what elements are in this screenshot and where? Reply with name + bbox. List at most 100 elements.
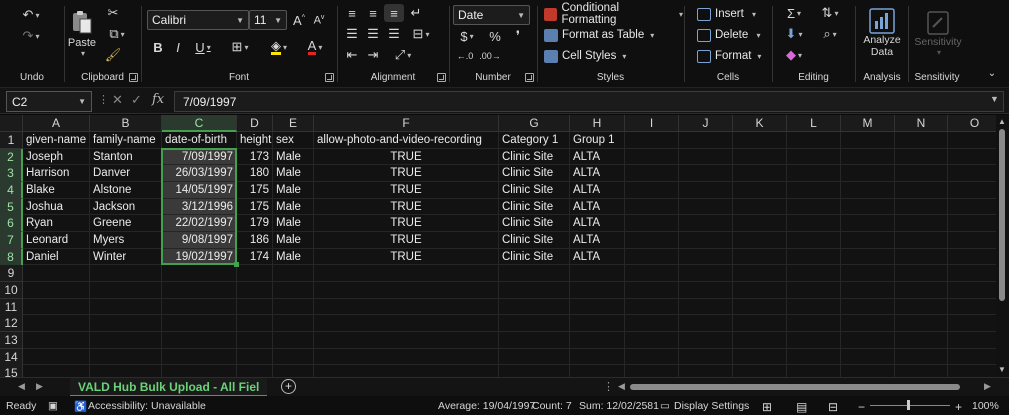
empty-cell[interactable] — [237, 348, 273, 366]
fill-handle[interactable] — [234, 262, 239, 268]
table-cell[interactable]: Male — [273, 165, 314, 182]
empty-cell[interactable] — [625, 332, 679, 349]
empty-cell[interactable] — [314, 265, 499, 283]
table-cell[interactable]: Male — [273, 232, 314, 249]
empty-cell[interactable] — [314, 332, 499, 349]
scroll-up-icon[interactable]: ▲ — [998, 117, 1006, 126]
macro-record-icon[interactable]: ▣ — [48, 400, 58, 412]
zoom-slider-thumb[interactable] — [907, 400, 910, 410]
empty-cell[interactable] — [841, 365, 895, 377]
table-cell[interactable]: TRUE — [314, 165, 499, 182]
accessibility-status[interactable]: Accessibility: Unavailable — [88, 400, 206, 412]
sum-status[interactable]: Sum: 12/02/2581 — [579, 400, 659, 412]
empty-cell[interactable] — [679, 332, 733, 349]
empty-cell[interactable] — [625, 265, 679, 283]
middle-align-button[interactable]: ≡ — [363, 4, 383, 22]
clipboard-launcher-icon[interactable] — [129, 73, 138, 82]
empty-cell[interactable] — [625, 365, 679, 377]
insert-button[interactable]: Insert ▾ — [697, 5, 756, 23]
table-cell[interactable]: Myers — [90, 232, 162, 249]
empty-cell[interactable] — [679, 182, 733, 199]
empty-cell[interactable] — [162, 315, 237, 333]
table-cell[interactable]: TRUE — [314, 248, 499, 266]
empty-cell[interactable] — [499, 298, 570, 316]
empty-cell[interactable] — [570, 265, 625, 283]
undo-button[interactable]: ↶ ▾ — [16, 5, 46, 25]
header-cell[interactable]: family-name — [90, 132, 162, 149]
empty-cell[interactable] — [570, 365, 625, 377]
empty-cell[interactable] — [841, 182, 895, 199]
table-cell[interactable]: Joshua — [23, 198, 90, 216]
empty-cell[interactable] — [679, 282, 733, 299]
column-header-j[interactable]: J — [679, 115, 733, 132]
bold-button[interactable]: B — [149, 37, 167, 57]
table-cell[interactable]: 14/05/1997 — [162, 182, 237, 199]
scroll-down-icon[interactable]: ▼ — [998, 365, 1006, 374]
zoom-level[interactable]: 100% — [972, 400, 999, 412]
row-header-14[interactable]: 14 — [0, 348, 23, 366]
font-launcher-icon[interactable] — [325, 73, 334, 82]
empty-cell[interactable] — [570, 298, 625, 316]
decrease-font-button[interactable]: Av — [310, 10, 328, 30]
empty-cell[interactable] — [895, 165, 948, 182]
row-header-8[interactable]: 8 — [0, 248, 23, 266]
empty-cell[interactable] — [679, 165, 733, 182]
empty-cell[interactable] — [895, 148, 948, 166]
empty-cell[interactable] — [90, 315, 162, 333]
table-cell[interactable]: TRUE — [314, 232, 499, 249]
column-header-a[interactable]: A — [23, 115, 90, 132]
empty-cell[interactable] — [948, 149, 996, 166]
empty-cell[interactable] — [948, 249, 996, 266]
empty-cell[interactable] — [237, 282, 273, 299]
column-header-l[interactable]: L — [787, 115, 841, 132]
empty-cell[interactable] — [679, 198, 733, 216]
column-header-e[interactable]: E — [273, 115, 314, 132]
empty-cell[interactable] — [679, 215, 733, 232]
cancel-entry-icon[interactable]: ✕ — [112, 92, 123, 108]
empty-cell[interactable] — [273, 315, 314, 333]
vertical-scrollbar[interactable]: ▲ ▼ — [996, 115, 1009, 377]
empty-cell[interactable] — [895, 182, 948, 199]
comma-format-button[interactable]: ❜ — [508, 27, 528, 45]
formula-input[interactable]: 7/09/1997 — [174, 91, 1004, 112]
empty-cell[interactable] — [90, 265, 162, 283]
table-cell[interactable]: Alstone — [90, 182, 162, 199]
percent-format-button[interactable]: % — [485, 27, 505, 45]
normal-view-icon[interactable]: ⊞ — [762, 400, 772, 414]
table-cell[interactable]: Male — [273, 182, 314, 199]
table-cell[interactable]: Jackson — [90, 198, 162, 216]
decrease-indent-button[interactable]: ⇤ — [342, 46, 362, 64]
row-header-5[interactable]: 5 — [0, 198, 23, 216]
find-select-button[interactable]: ⌕ ▾ — [815, 25, 845, 43]
empty-cell[interactable] — [90, 348, 162, 366]
merge-center-button[interactable]: ⊟ ▾ — [406, 25, 436, 43]
header-cell[interactable]: allow-photo-and-video-recording — [314, 132, 499, 149]
clear-button[interactable]: ◆ ▾ — [779, 46, 809, 64]
empty-cell[interactable] — [625, 282, 679, 299]
cell-styles-button[interactable]: Cell Styles ▾ — [544, 47, 626, 65]
sensitivity-button[interactable]: Sensitivity ▾ — [913, 4, 963, 62]
column-header-g[interactable]: G — [499, 115, 570, 132]
column-header-i[interactable]: I — [625, 115, 679, 132]
column-header-o[interactable]: O — [948, 115, 996, 132]
fill-color-button[interactable]: ◈ ▾ — [263, 37, 295, 57]
empty-cell[interactable] — [895, 265, 948, 283]
paste-button[interactable]: Paste ▾ — [67, 4, 97, 62]
empty-cell[interactable] — [499, 315, 570, 333]
empty-cell[interactable] — [787, 232, 841, 249]
empty-cell[interactable] — [841, 165, 895, 182]
empty-cell[interactable] — [841, 282, 895, 299]
empty-cell[interactable] — [625, 198, 679, 216]
italic-button[interactable]: I — [169, 37, 187, 57]
empty-cell[interactable] — [948, 365, 996, 377]
empty-cell[interactable] — [237, 265, 273, 283]
empty-cell[interactable] — [679, 148, 733, 166]
empty-cell[interactable] — [841, 332, 895, 349]
row-header-1[interactable]: 1 — [0, 132, 23, 149]
row-header-11[interactable]: 11 — [0, 298, 23, 316]
empty-cell[interactable] — [841, 315, 895, 333]
table-cell[interactable]: Clinic Site — [499, 248, 570, 266]
header-cell[interactable]: Category 1 — [499, 132, 570, 149]
table-cell[interactable]: ALTA — [570, 248, 625, 266]
page-layout-icon[interactable]: ▤ — [796, 400, 807, 414]
